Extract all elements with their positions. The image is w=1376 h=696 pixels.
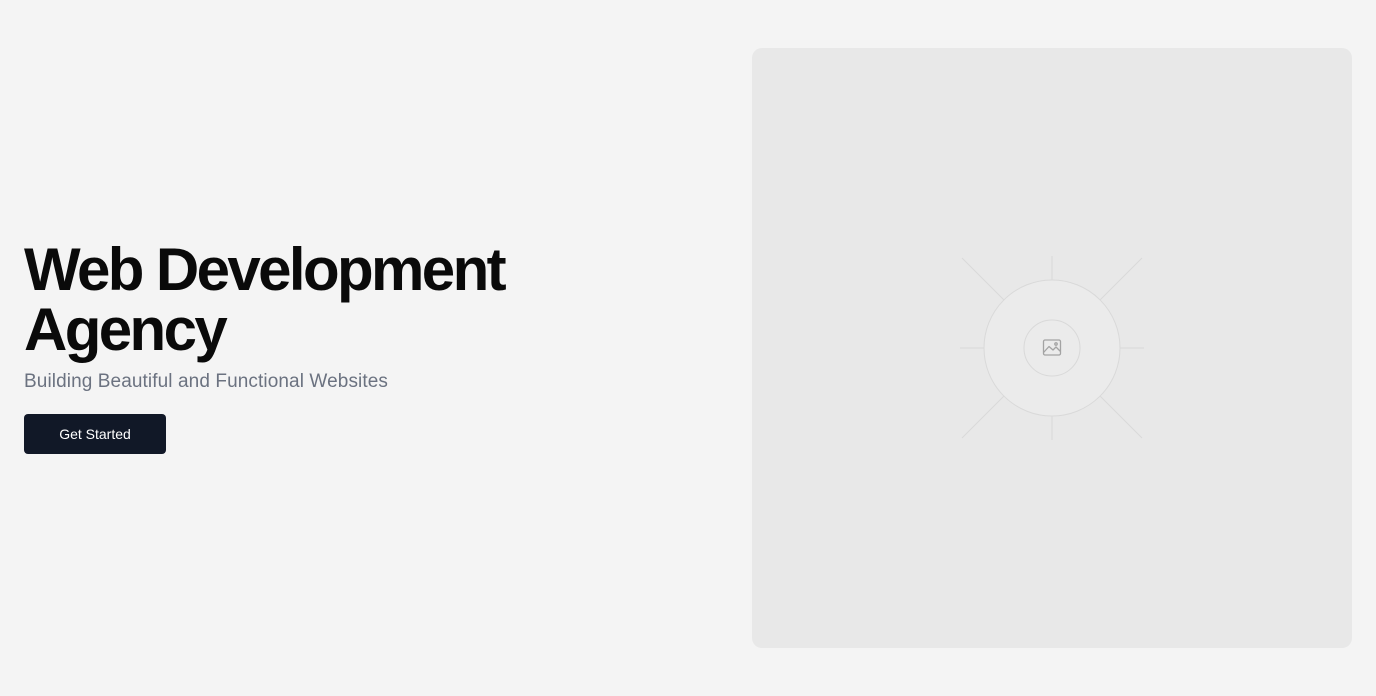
hero-title-line-1: Web Development bbox=[24, 236, 507, 303]
get-started-button[interactable]: Get Started bbox=[24, 414, 166, 454]
hero-image-placeholder bbox=[752, 48, 1352, 648]
hero-title-line-2: Agency bbox=[24, 296, 228, 363]
hero-subtitle: Building Beautiful and Functional Websit… bbox=[24, 371, 389, 392]
placeholder-graphic bbox=[960, 256, 1144, 440]
hero-title: Web Development Agency bbox=[24, 240, 644, 360]
hero-text-block: Web Development Agency Building Beautifu… bbox=[24, 240, 644, 454]
hero-section: Web Development Agency Building Beautifu… bbox=[0, 0, 1376, 696]
